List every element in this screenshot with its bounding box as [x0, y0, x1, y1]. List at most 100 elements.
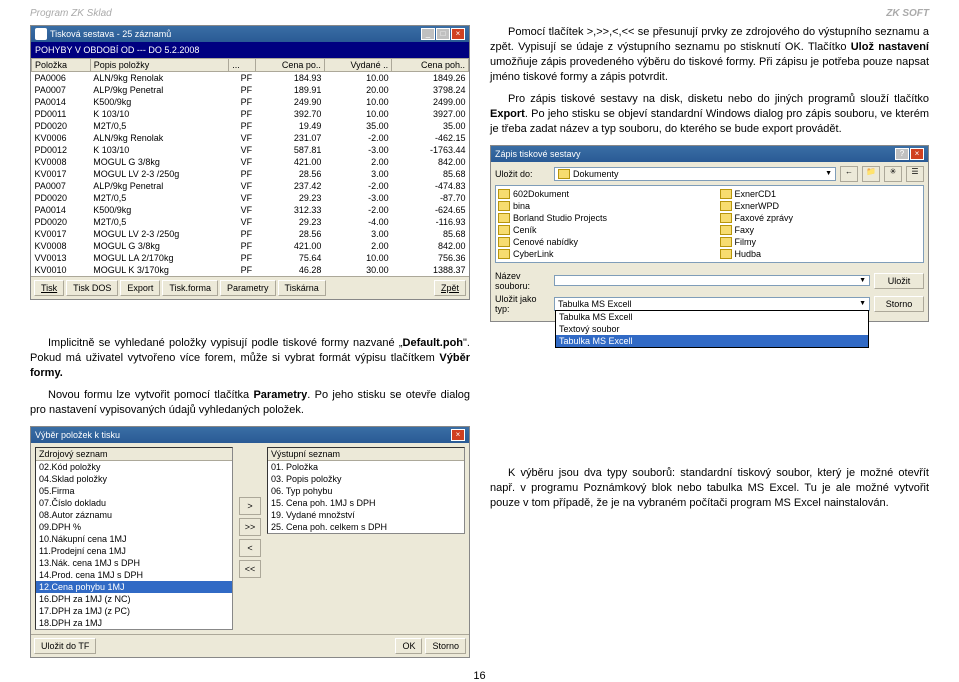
- table-header: Položka: [32, 59, 91, 72]
- report-title: Tisková sestava - 25 záznamů: [50, 29, 171, 39]
- list-item[interactable]: 01. Položka: [268, 461, 464, 473]
- folder-icon: [498, 237, 510, 247]
- folder-item[interactable]: ExnerCD1: [720, 188, 922, 200]
- folder-item[interactable]: CyberLink: [498, 248, 700, 260]
- dropdown-option[interactable]: Tabulka MS Excell: [556, 311, 868, 323]
- list-item[interactable]: 03. Popis položky: [268, 473, 464, 485]
- table-header: Popis položky: [90, 59, 229, 72]
- close-button[interactable]: ×: [451, 429, 465, 441]
- list-item[interactable]: 09.DPH %: [36, 521, 232, 533]
- report-table: PoložkaPopis položky...Cena po..Vydané .…: [31, 58, 469, 276]
- list-item[interactable]: 05.Firma: [36, 485, 232, 497]
- table-row[interactable]: PA0007ALP/9kg PenetralPF189.9120.003798.…: [32, 84, 469, 96]
- table-row[interactable]: KV0008MOGUL G 3/8kgPF421.002.00842.00: [32, 240, 469, 252]
- filetype-dropdown[interactable]: Tabulka MS ExcellTextový souborTabulka M…: [555, 310, 869, 348]
- table-row[interactable]: PD0020M2T/0,5PF19.4935.0035.00: [32, 120, 469, 132]
- filetype-combo[interactable]: Tabulka MS Excell ▼ Tabulka MS ExcellTex…: [554, 297, 870, 311]
- table-header: ...: [229, 59, 255, 72]
- save-in-label: Uložit do:: [495, 169, 550, 179]
- maximize-button[interactable]: □: [436, 28, 450, 40]
- file-list[interactable]: 602DokumentbinaBorland Studio ProjectsCe…: [495, 185, 924, 263]
- list-item[interactable]: 17.DPH za 1MJ (z PC): [36, 605, 232, 617]
- table-row[interactable]: PA0007ALP/9kg PenetralVF237.42-2.00-474.…: [32, 180, 469, 192]
- list-item[interactable]: 25. Cena poh. celkem s DPH: [268, 521, 464, 533]
- list-item[interactable]: 10.Nákupní cena 1MJ: [36, 533, 232, 545]
- dest-list[interactable]: Výstupní seznam 01. Položka03. Popis pol…: [267, 447, 465, 534]
- report-button[interactable]: Parametry: [220, 280, 276, 296]
- dropdown-option[interactable]: Textový soubor: [556, 323, 868, 335]
- list-item[interactable]: 02.Kód položky: [36, 461, 232, 473]
- report-button[interactable]: Export: [120, 280, 160, 296]
- close-button[interactable]: ×: [910, 148, 924, 160]
- table-row[interactable]: VV0013MOGUL LA 2/170kgPF75.6410.00756.36: [32, 252, 469, 264]
- table-row[interactable]: KV0006ALN/9kg RenolakVF231.07-2.00-462.1…: [32, 132, 469, 144]
- list-item[interactable]: 11.Prodejní cena 1MJ: [36, 545, 232, 557]
- list-item[interactable]: 08.Autor záznamu: [36, 509, 232, 521]
- list-item[interactable]: 15. Cena poh. 1MJ s DPH: [268, 497, 464, 509]
- dialog-button[interactable]: OK: [395, 638, 422, 654]
- list-item[interactable]: 16.DPH za 1MJ (z NC): [36, 593, 232, 605]
- dialog-button[interactable]: Uložit do TF: [34, 638, 96, 654]
- list-item-selected[interactable]: 12.Cena pohybu 1MJ: [36, 581, 232, 593]
- filetype-label: Uložit jako typ:: [495, 294, 550, 314]
- back-button[interactable]: ←: [840, 166, 858, 182]
- help-button[interactable]: ?: [895, 148, 909, 160]
- table-row[interactable]: KV0017MOGUL LV 2-3 /250gPF28.563.0085.68: [32, 228, 469, 240]
- transfer-button[interactable]: >>: [239, 518, 261, 536]
- folder-item[interactable]: Hudba: [720, 248, 922, 260]
- table-row[interactable]: PA0014K500/9kgVF312.33-2.00-624.65: [32, 204, 469, 216]
- save-in-combo[interactable]: Dokumenty ▼: [554, 167, 836, 181]
- list-item[interactable]: 13.Nák. cena 1MJ s DPH: [36, 557, 232, 569]
- source-list[interactable]: Zdrojový seznam 02.Kód položky04.Sklad p…: [35, 447, 233, 630]
- table-row[interactable]: KV0008MOGUL G 3/8kgVF421.002.00842.00: [32, 156, 469, 168]
- report-button[interactable]: Tiskárna: [278, 280, 326, 296]
- transfer-button[interactable]: <<: [239, 560, 261, 578]
- folder-item[interactable]: Borland Studio Projects: [498, 212, 700, 224]
- dialog-button[interactable]: Storno: [425, 638, 466, 654]
- list-item[interactable]: 18.DPH za 1MJ: [36, 617, 232, 629]
- report-subtitle: POHYBY V OBDOBÍ OD --- DO 5.2.2008: [31, 42, 469, 58]
- folder-item[interactable]: Cenové nabídky: [498, 236, 700, 248]
- table-row[interactable]: KV0017MOGUL LV 2-3 /250gPF28.563.0085.68: [32, 168, 469, 180]
- transfer-button[interactable]: <: [239, 539, 261, 557]
- dropdown-option[interactable]: Tabulka MS Excell: [556, 335, 868, 347]
- report-button[interactable]: Tisk DOS: [66, 280, 118, 296]
- folder-item[interactable]: ExnerWPD: [720, 200, 922, 212]
- folder-item[interactable]: Filmy: [720, 236, 922, 248]
- table-row[interactable]: KV0010MOGUL K 3/170kgPF46.2830.001388.37: [32, 264, 469, 276]
- minimize-button[interactable]: _: [421, 28, 435, 40]
- table-row[interactable]: PD0020M2T/0,5VF29.23-3.00-87.70: [32, 192, 469, 204]
- folder-item[interactable]: Faxové zprávy: [720, 212, 922, 224]
- new-folder-button[interactable]: ✳: [884, 166, 902, 182]
- table-row[interactable]: PD0011K 103/10PF392.7010.003927.00: [32, 108, 469, 120]
- table-row[interactable]: PD0020M2T/0,5VF29.23-4.00-116.93: [32, 216, 469, 228]
- folder-item[interactable]: 602Dokument: [498, 188, 700, 200]
- transfer-button[interactable]: >: [239, 497, 261, 515]
- report-button[interactable]: Tisk: [34, 280, 64, 296]
- list-item[interactable]: 14.Prod. cena 1MJ s DPH: [36, 569, 232, 581]
- table-row[interactable]: PD0012K 103/10VF587.81-3.00-1763.44: [32, 144, 469, 156]
- header-left: Program ZK Sklad: [30, 8, 112, 19]
- report-button[interactable]: Zpět: [434, 280, 466, 296]
- chevron-down-icon: ▼: [859, 300, 866, 307]
- list-item[interactable]: 19. Vydané množství: [268, 509, 464, 521]
- folder-item[interactable]: Faxy: [720, 224, 922, 236]
- view-button[interactable]: ☰: [906, 166, 924, 182]
- close-button[interactable]: ×: [451, 28, 465, 40]
- table-header: Vydané ..: [324, 59, 391, 72]
- list-item[interactable]: 06. Typ pohybu: [268, 485, 464, 497]
- list-item[interactable]: 07.Číslo dokladu: [36, 497, 232, 509]
- save-button[interactable]: Uložit: [874, 273, 924, 289]
- folder-item[interactable]: Ceník: [498, 224, 700, 236]
- list-item[interactable]: 04.Sklad položky: [36, 473, 232, 485]
- report-button[interactable]: Tisk.forma: [162, 280, 218, 296]
- table-row[interactable]: PA0006ALN/9kg RenolakPF184.9310.001849.2…: [32, 72, 469, 85]
- cancel-button[interactable]: Storno: [874, 296, 924, 312]
- folder-icon: [498, 189, 510, 199]
- table-header: Cena po..: [255, 59, 324, 72]
- folder-icon: [720, 213, 732, 223]
- folder-item[interactable]: bina: [498, 200, 700, 212]
- filename-input[interactable]: ▼: [554, 275, 870, 286]
- table-row[interactable]: PA0014K500/9kgPF249.9010.002499.00: [32, 96, 469, 108]
- up-button[interactable]: 📁: [862, 166, 880, 182]
